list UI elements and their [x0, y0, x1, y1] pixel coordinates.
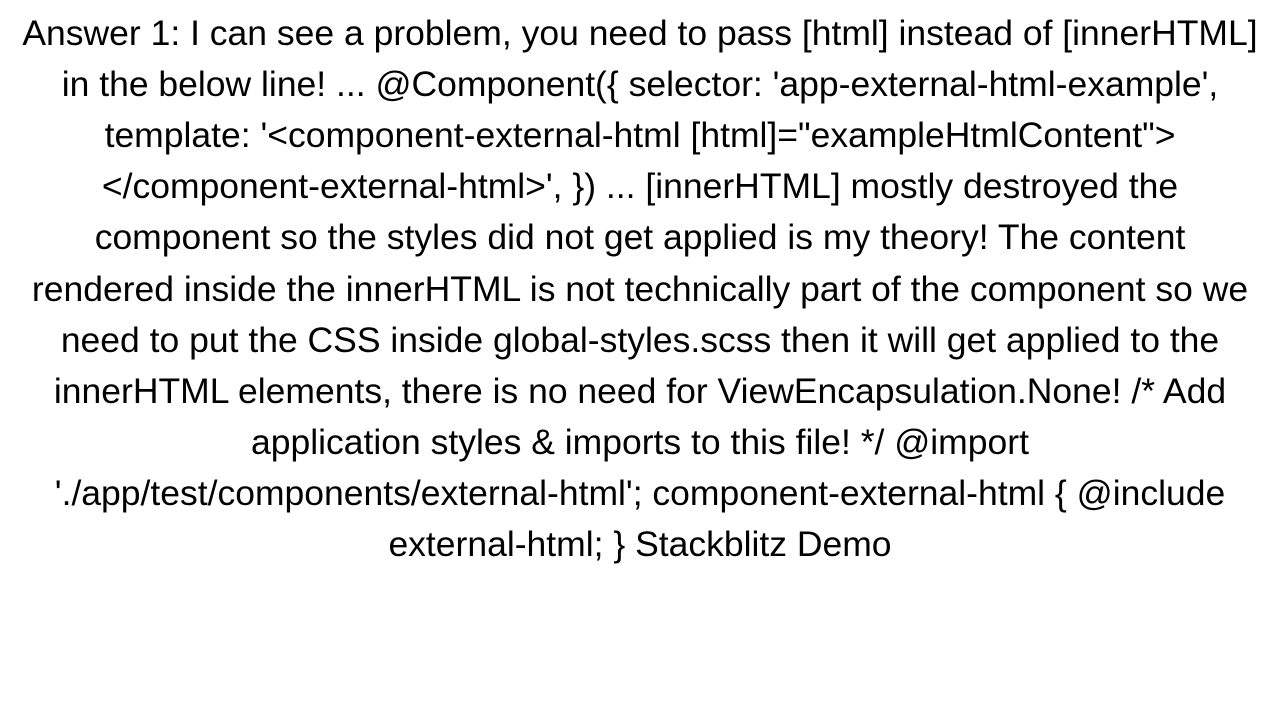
- answer-text: Answer 1: I can see a problem, you need …: [20, 8, 1260, 570]
- document-content: Answer 1: I can see a problem, you need …: [0, 0, 1280, 720]
